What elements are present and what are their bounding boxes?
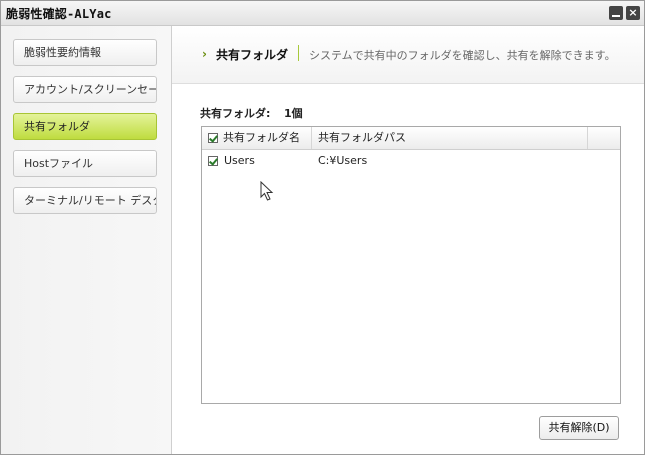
table-row[interactable]: Users C:¥Users <box>202 151 620 171</box>
header-divider <box>298 45 299 61</box>
sidebar-item-label: ターミナル/リモート デスクトップ <box>24 194 156 207</box>
row-checkbox[interactable] <box>208 156 218 166</box>
shared-folder-count-label: 共有フォルダ: <box>200 107 271 120</box>
sidebar-item-label: 脆弱性要約情報 <box>24 46 101 59</box>
chevron-right-icon: › <box>202 47 207 61</box>
sidebar-item-shared-folders[interactable]: 共有フォルダ <box>13 113 157 140</box>
sidebar-item-account-screensaver[interactable]: アカウント/スクリーンセーバー <box>13 76 157 103</box>
app-window: 脆弱性確認-ALYac × 脆弱性要約情報 アカウント/スクリーンセーバー 共有… <box>0 0 645 455</box>
row-folder-name: Users <box>224 154 255 167</box>
unshare-button-label: 共有解除(D) <box>548 421 610 434</box>
sidebar: 脆弱性要約情報 アカウント/スクリーンセーバー 共有フォルダ Hostファイル … <box>1 26 172 454</box>
page-description: システムで共有中のフォルダを確認し、共有を解除できます。 <box>309 49 616 62</box>
column-header-name-label: 共有フォルダ名 <box>223 131 300 144</box>
section-header: › 共有フォルダ システムで共有中のフォルダを確認し、共有を解除できます。 <box>172 26 644 84</box>
main-content: › 共有フォルダ システムで共有中のフォルダを確認し、共有を解除できます。 共有… <box>172 26 644 454</box>
mouse-cursor-icon <box>260 181 274 201</box>
column-header-path[interactable]: 共有フォルダパス <box>312 127 588 149</box>
unshare-button[interactable]: 共有解除(D) <box>539 416 619 440</box>
sidebar-item-hosts-file[interactable]: Hostファイル <box>13 150 157 177</box>
column-header-name[interactable]: 共有フォルダ名 <box>202 127 312 149</box>
shared-folder-count: 1個 <box>284 107 303 120</box>
table-header: 共有フォルダ名 共有フォルダパス <box>202 127 620 150</box>
title-bar[interactable]: 脆弱性確認-ALYac × <box>1 1 644 26</box>
close-icon: × <box>628 6 638 19</box>
minimize-button[interactable] <box>609 6 623 20</box>
sidebar-item-vulnerability-summary[interactable]: 脆弱性要約情報 <box>13 39 157 66</box>
column-header-path-label: 共有フォルダパス <box>318 131 406 144</box>
sidebar-item-label: Hostファイル <box>24 157 94 170</box>
sidebar-item-label: 共有フォルダ <box>24 120 90 133</box>
sidebar-item-label: アカウント/スクリーンセーバー <box>24 83 157 96</box>
page-title: 共有フォルダ <box>216 48 289 62</box>
close-button[interactable]: × <box>626 6 640 20</box>
select-all-checkbox[interactable] <box>208 133 218 143</box>
column-header-filler <box>588 127 620 149</box>
window-title: 脆弱性確認-ALYac <box>6 7 112 21</box>
shared-folder-table: 共有フォルダ名 共有フォルダパス Users C:¥Users <box>201 126 621 404</box>
sidebar-item-remote-desktop[interactable]: ターミナル/リモート デスクトップ <box>13 187 157 214</box>
row-folder-path: C:¥Users <box>318 154 368 167</box>
